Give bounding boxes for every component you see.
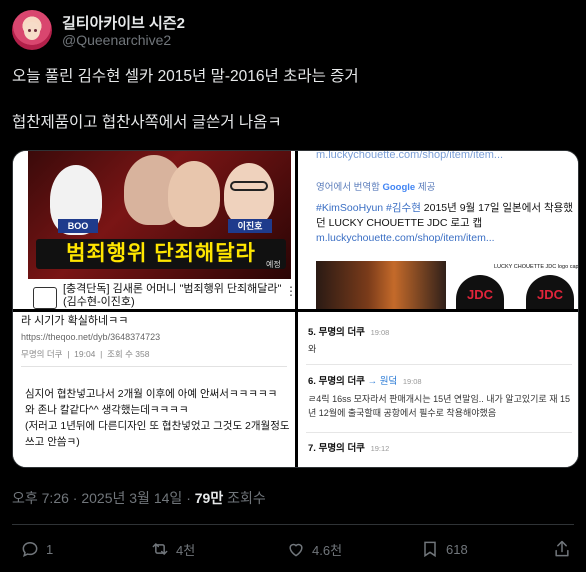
translate-suffix: 제공 — [417, 182, 436, 193]
reply-button[interactable]: 1 — [20, 538, 53, 560]
more-options-icon[interactable]: ⋮ — [285, 284, 295, 298]
video-thumbnail[interactable]: BOO 이진호 범죄행위 단죄해달라 예정 — [28, 151, 291, 279]
view-count: 79만 — [194, 490, 224, 506]
post-url-top: m.luckychouette.com/shop/item/item... — [316, 151, 504, 161]
board-title-tail: 라 시기가 확실하네ㅋㅋ — [21, 315, 129, 327]
view-label: 조회수 — [227, 490, 266, 506]
name-tag-left: BOO — [58, 219, 98, 233]
person-photo — [168, 161, 220, 227]
media-image-3[interactable]: 라 시기가 확실하네ㅋㅋ https://theqoo.net/dyb/3648… — [13, 312, 295, 467]
translate-prefix: 영어에서 번역함 — [316, 182, 380, 193]
comment-number: 6. — [308, 376, 316, 387]
tweet-date[interactable]: 2025년 3월 14일 — [81, 490, 182, 506]
video-title[interactable]: [충격단독] 김새론 어머니 "범죄행위 단죄해달라" (김수현-이진호) — [63, 283, 285, 309]
cap-logo: JDC — [536, 287, 563, 302]
channel-icon — [33, 287, 57, 309]
comment-number: 5. — [308, 327, 316, 338]
tweet-header: 길티아카이브 시즌2 @Queenarchive2 — [12, 10, 572, 58]
divider — [306, 432, 572, 433]
cap-image: JDC — [456, 275, 504, 309]
comment-author: 무명의 더쿠 — [318, 327, 365, 338]
retweet-count: 4천 — [176, 542, 196, 558]
board-url: https://theqoo.net/dyb/3648374723 — [21, 332, 161, 342]
comment-author: 무명의 더쿠 — [318, 443, 365, 454]
divider — [21, 366, 287, 367]
grid-divider — [13, 309, 578, 312]
board-time: 19:04 — [74, 349, 96, 359]
divider — [12, 524, 574, 525]
user-handle[interactable]: @Queenarchive2 — [62, 32, 171, 48]
share-icon — [555, 540, 569, 557]
separator-dot: · — [186, 490, 191, 506]
media-image-4[interactable]: 5. 무명의 더쿠 19:08 와 6. 무명의 더쿠 → 원덬 19:08 ㄹ… — [298, 312, 578, 467]
tweet-text: 오늘 풀린 김수현 셀카 2015년 말-2016년 초라는 증거 협찬제품이고… — [12, 66, 572, 158]
board-author: 무명의 더쿠 — [21, 349, 63, 359]
board-body-line: 심지어 협찬넣고나서 2개월 이후에 아예 안써서ㅋㅋㅋㅋㅋ — [25, 388, 278, 400]
like-button[interactable]: 4.6천 — [286, 538, 342, 560]
board-meta: 무명의 더쿠 | 19:04 | 조회 수 358 — [21, 349, 150, 359]
comment-header: 7. 무명의 더쿠 19:12 — [308, 440, 389, 454]
bookmark-button[interactable]: 618 — [420, 538, 468, 560]
post-url: m.luckychouette.com/shop/item/item... — [316, 232, 495, 244]
divider — [306, 364, 572, 365]
comment-reply-to: → 원덬 — [367, 376, 398, 387]
thumbnail-banner: 범죄행위 단죄해달라 — [36, 239, 286, 269]
glasses-shape — [230, 181, 268, 191]
cap-label: LUCKY CHOUETTE JDC logo cap — [494, 264, 579, 270]
board-body: 심지어 협찬넣고나서 2개월 이후에 아예 안써서ㅋㅋㅋㅋㅋ 와 존나 칼같다^… — [25, 386, 291, 450]
avatar-eye — [34, 29, 37, 32]
comment-body: ㄹ4릭 16ss 모자라서 판매개시는 15년 연말임.. 내가 알고있기로 재… — [308, 394, 570, 418]
comment-time: 19:08 — [370, 328, 390, 337]
avatar[interactable] — [12, 10, 52, 50]
person-photo — [224, 163, 274, 225]
bookmark-count: 618 — [446, 541, 468, 557]
media-image-1[interactable]: BOO 이진호 범죄행위 단죄해달라 예정 [충격단독] 김새론 어머니 "범죄… — [13, 151, 295, 309]
tweet-time[interactable]: 오후 7:26 — [12, 490, 69, 506]
bookmark-icon — [424, 541, 436, 558]
google-logo: Google — [382, 182, 416, 193]
cap-image: JDC — [526, 275, 574, 309]
media-image-2[interactable]: m.luckychouette.com/shop/item/item... 영어… — [298, 151, 579, 309]
action-bar: 1 4천 4.6천 618 — [12, 534, 574, 562]
separator-dot: · — [72, 490, 78, 506]
reply-count: 1 — [46, 541, 54, 557]
retweet-button[interactable]: 4천 — [150, 538, 195, 560]
board-body-line: (저러고 1년뒤에 다른디자인 또 협찬넣었고 그것도 2개월정도 쓰고 안씀ㅋ… — [25, 420, 290, 448]
post-hashtags: #KimSooHyun #김수현 — [316, 202, 421, 214]
tweet-timestamp: 오후 7:26 · 2025년 3월 14일 · 79만 조회수 — [12, 488, 266, 508]
avatar-eye — [28, 29, 31, 32]
comment-number: 7. — [308, 443, 316, 454]
display-name[interactable]: 길티아카이브 시즌2 — [62, 12, 185, 33]
cap-logo: JDC — [466, 287, 493, 302]
thumbnail-banner-sub: 예정 — [266, 260, 281, 269]
comment-time: 19:12 — [370, 444, 390, 453]
comment-author: 무명의 더쿠 — [318, 376, 365, 387]
retweet-icon — [152, 543, 168, 555]
name-tag-right: 이진호 — [228, 219, 272, 233]
media-grid[interactable]: BOO 이진호 범죄행위 단죄해달라 예정 [충격단독] 김새론 어머니 "범죄… — [12, 150, 579, 468]
share-button[interactable] — [552, 538, 572, 560]
translate-note: 영어에서 번역함 Google 제공 — [316, 179, 435, 193]
tweet-line-2: 협찬제품이고 협찬사쪽에서 글쓴거 나옴ㅋ — [12, 114, 282, 131]
post-photo — [316, 261, 446, 309]
post-body: #KimSooHyun #김수현 2015년 9월 17일 일본에서 착용했던 … — [316, 201, 578, 246]
tweet-line-1: 오늘 풀린 김수현 셀카 2015년 말-2016년 초라는 증거 — [12, 68, 359, 85]
board-views: 조회 수 358 — [107, 349, 150, 359]
comment-header: 6. 무명의 더쿠 → 원덬 19:08 — [308, 373, 422, 387]
avatar-face — [24, 22, 40, 40]
like-icon — [289, 543, 303, 557]
like-count: 4.6천 — [312, 542, 343, 558]
board-body-line: 와 존나 칼같다^^ 생각했는데ㅋㅋㅋㅋ — [25, 404, 189, 416]
comment-header: 5. 무명의 더쿠 19:08 — [308, 324, 389, 338]
comment-body: 와 — [308, 344, 317, 354]
reply-icon — [22, 541, 38, 558]
comment-time: 19:08 — [402, 377, 422, 386]
